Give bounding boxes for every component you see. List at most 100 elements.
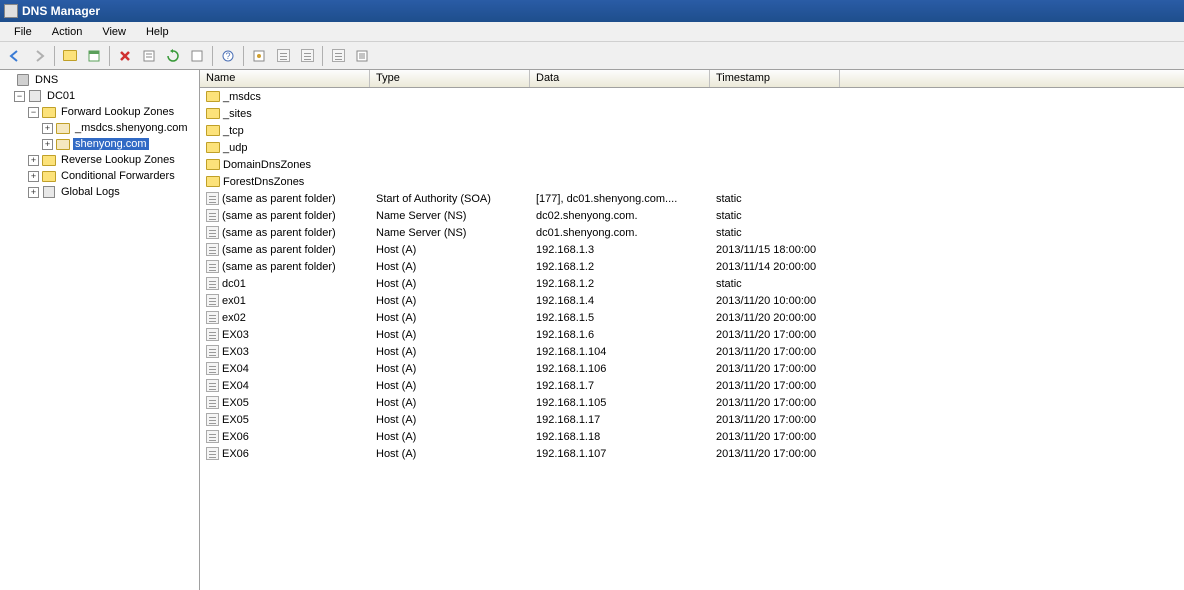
list-row[interactable]: EX04 Host (A)192.168.1.72013/11/20 17:00:… (200, 377, 1184, 394)
list-row[interactable]: (same as parent folder)Host (A)192.168.1… (200, 258, 1184, 275)
expander-icon[interactable]: + (28, 187, 39, 198)
record-name: EX04 (222, 363, 249, 375)
record-data: dc02.shenyong.com. (530, 210, 710, 222)
tree-zone-msdcs[interactable]: _msdcs.shenyong.com (73, 122, 190, 134)
forward-button[interactable] (28, 45, 50, 67)
svg-text:?: ? (225, 51, 230, 61)
record-data: 192.168.1.104 (530, 346, 710, 358)
record-timestamp: 2013/11/20 17:00:00 (710, 414, 840, 426)
list-row[interactable]: _udp (200, 139, 1184, 156)
record-timestamp: 2013/11/20 10:00:00 (710, 295, 840, 307)
list-row[interactable]: EX03Host (A)192.168.1.1042013/11/20 17:0… (200, 343, 1184, 360)
record-type: Host (A) (370, 380, 530, 392)
record-name: ex02 (222, 312, 246, 324)
expander-icon[interactable]: + (28, 171, 39, 182)
list-body[interactable]: _msdcs_sites_tcp_udpDomainDnsZonesForest… (200, 88, 1184, 590)
list-row[interactable]: EX04Host (A)192.168.1.1062013/11/20 17:0… (200, 360, 1184, 377)
record-name: EX03 (222, 346, 249, 358)
menu-file[interactable]: File (4, 24, 42, 40)
export-button[interactable] (186, 45, 208, 67)
list-row[interactable]: ex01Host (A)192.168.1.42013/11/20 10:00:… (200, 292, 1184, 309)
record-data: 192.168.1.7 (530, 380, 710, 392)
record-timestamp: 2013/11/20 17:00:00 (710, 329, 840, 341)
expander-icon[interactable]: + (42, 139, 53, 150)
tree-cond-fwd[interactable]: Conditional Forwarders (59, 170, 177, 182)
record-timestamp: static (710, 227, 840, 239)
list-row[interactable]: ex02Host (A)192.168.1.52013/11/20 20:00:… (200, 309, 1184, 326)
col-header-name[interactable]: Name (200, 70, 370, 87)
menu-help[interactable]: Help (136, 24, 179, 40)
record-icon (206, 209, 219, 222)
tree-zone-shenyong[interactable]: shenyong.com (73, 138, 149, 150)
new-record-button[interactable] (272, 45, 294, 67)
list-row[interactable]: DomainDnsZones (200, 156, 1184, 173)
list-row[interactable]: EX05Host (A)192.168.1.1052013/11/20 17:0… (200, 394, 1184, 411)
record-name: (same as parent folder) (222, 210, 336, 222)
record-type: Host (A) (370, 261, 530, 273)
record-data: 192.168.1.2 (530, 278, 710, 290)
list-row[interactable]: (same as parent folder) Name Server (NS)d… (200, 224, 1184, 241)
record-data: 192.168.1.107 (530, 448, 710, 460)
refresh-button[interactable] (162, 45, 184, 67)
list-row[interactable]: _sites (200, 105, 1184, 122)
list-row[interactable]: ForestDnsZones (200, 173, 1184, 190)
record-data: 192.168.1.105 (530, 397, 710, 409)
record-icon (206, 226, 219, 239)
folder-icon (206, 125, 220, 136)
filter-button[interactable] (248, 45, 270, 67)
record-data: 192.168.1.6 (530, 329, 710, 341)
record-type: Name Server (NS) (370, 227, 530, 239)
record-timestamp: 2013/11/20 17:00:00 (710, 380, 840, 392)
record-data: 192.168.1.18 (530, 431, 710, 443)
record-timestamp: 2013/11/15 18:00:00 (710, 244, 840, 256)
expander-icon[interactable]: + (28, 155, 39, 166)
record-type: Host (A) (370, 278, 530, 290)
record-icon (206, 192, 219, 205)
list-row[interactable]: EX03Host (A)192.168.1.62013/11/20 17:00:… (200, 326, 1184, 343)
record-type: Start of Authority (SOA) (370, 193, 530, 205)
list-row[interactable]: (same as parent folder)Host (A)192.168.1… (200, 241, 1184, 258)
menu-view[interactable]: View (92, 24, 136, 40)
tree-pane[interactable]: DNS − DC01 − Forward Lookup Zones + _msd… (0, 70, 200, 590)
record-name: (same as parent folder) (222, 227, 336, 239)
list-row[interactable]: _msdcs (200, 88, 1184, 105)
show-hide-button[interactable] (83, 45, 105, 67)
delete-button[interactable] (114, 45, 136, 67)
list-row[interactable]: EX06Host (A)192.168.1.1072013/11/20 17:0… (200, 445, 1184, 462)
record-name: dc01 (222, 278, 246, 290)
list-row[interactable]: EX06Host (A)192.168.1.182013/11/20 17:00… (200, 428, 1184, 445)
tree-fwd-zones[interactable]: Forward Lookup Zones (59, 106, 176, 118)
tree-root[interactable]: DNS (33, 74, 60, 86)
toolbar: ? (0, 42, 1184, 70)
record-name: EX04 (222, 380, 249, 392)
col-header-data[interactable]: Data (530, 70, 710, 87)
tree-rev-zones[interactable]: Reverse Lookup Zones (59, 154, 177, 166)
expander-icon[interactable]: − (14, 91, 25, 102)
expander-icon[interactable]: − (28, 107, 39, 118)
properties-button[interactable] (138, 45, 160, 67)
list-row[interactable]: (same as parent folder)Start of Authorit… (200, 190, 1184, 207)
help-button[interactable]: ? (217, 45, 239, 67)
list-row[interactable]: (same as parent folder)Name Server (NS)d… (200, 207, 1184, 224)
col-header-type[interactable]: Type (370, 70, 530, 87)
list-header: Name Type Data Timestamp (200, 70, 1184, 88)
folder-icon (206, 142, 220, 153)
new-zone-button[interactable] (296, 45, 318, 67)
record-data: dc01.shenyong.com. (530, 227, 710, 239)
more-button[interactable] (351, 45, 373, 67)
col-header-timestamp[interactable]: Timestamp (710, 70, 840, 87)
menu-action[interactable]: Action (42, 24, 93, 40)
options-button[interactable] (327, 45, 349, 67)
record-name: EX06 (222, 448, 249, 460)
expander-icon[interactable]: + (42, 123, 53, 134)
up-button[interactable] (59, 45, 81, 67)
tree-global-logs[interactable]: Global Logs (59, 186, 122, 198)
back-button[interactable] (4, 45, 26, 67)
list-row[interactable]: dc01Host (A)192.168.1.2static (200, 275, 1184, 292)
folder-icon (42, 106, 56, 118)
record-name: EX05 (222, 397, 249, 409)
list-row[interactable]: EX05Host (A)192.168.1.172013/11/20 17:00… (200, 411, 1184, 428)
folder-icon (206, 159, 220, 170)
tree-server[interactable]: DC01 (45, 90, 77, 102)
list-row[interactable]: _tcp (200, 122, 1184, 139)
